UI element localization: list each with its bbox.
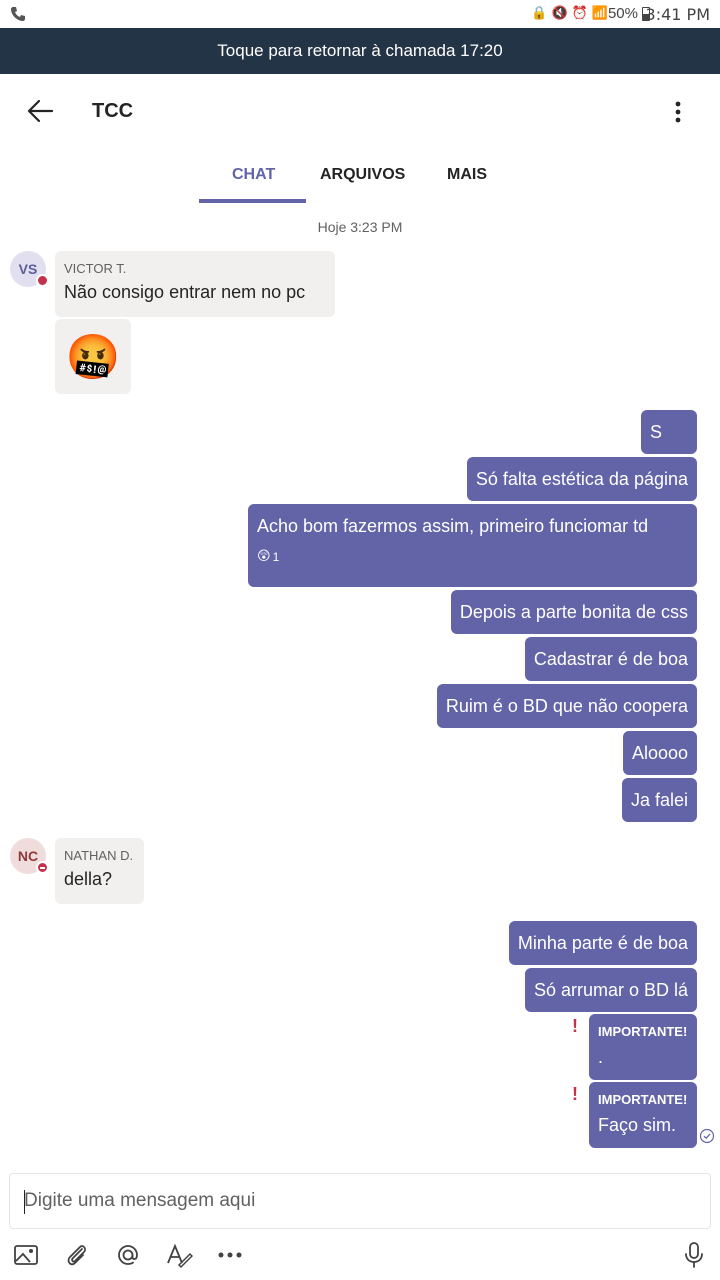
status-icons: 🔒 🔇 ⏰ 📶 — [531, 6, 608, 21]
compose-toolbar — [0, 1240, 720, 1270]
back-arrow-icon[interactable] — [22, 96, 62, 126]
phone-icon — [11, 7, 25, 21]
message-text: Cadastrar é de boa — [533, 648, 688, 669]
message-text: Depois a parte bonita de css — [459, 601, 688, 622]
tab-arquivos[interactable]: ARQUIVOS — [320, 166, 405, 184]
important-icon: ! — [572, 1084, 578, 1104]
sender-name: NATHAN D. — [64, 848, 134, 863]
outgoing-message[interactable]: Ja falei — [621, 778, 697, 822]
presence-dnd-icon — [36, 861, 49, 874]
date-separator: Hoje 3:23 PM — [317, 219, 403, 235]
more-options-icon[interactable] — [666, 100, 690, 124]
incoming-message[interactable]: VICTOR T. Não consigo entrar nem no pc — [55, 251, 335, 317]
important-icon: ! — [572, 1016, 578, 1036]
message-text: della? — [64, 869, 113, 889]
seen-check-icon — [699, 1128, 715, 1144]
sender-name: VICTOR T. — [64, 261, 127, 276]
mute-icon: 🔇 — [551, 6, 568, 21]
cursing-face-emoji: 🤬 — [65, 331, 121, 383]
tab-chat[interactable]: CHAT — [232, 166, 275, 184]
message-text: Só arrumar o BD lá — [533, 979, 688, 1000]
image-icon[interactable] — [12, 1241, 40, 1269]
presence-busy-icon — [36, 274, 49, 287]
format-text-icon[interactable] — [165, 1241, 193, 1269]
reaction-count: 1 — [272, 549, 280, 564]
outgoing-message[interactable]: Só arrumar o BD lá — [524, 968, 697, 1012]
outgoing-message[interactable]: Só falta estética da página — [466, 457, 697, 501]
outgoing-important-message[interactable]: IMPORTANTE! Faço sim. — [589, 1082, 697, 1148]
message-text: Aloooo — [631, 742, 688, 763]
surprised-emoji-icon: 😲 — [257, 549, 271, 564]
outgoing-message[interactable]: Minha parte é de boa — [508, 921, 697, 965]
important-label: IMPORTANTE! — [598, 1092, 688, 1107]
avatar[interactable]: VS — [10, 251, 49, 287]
avatar[interactable]: NC — [10, 838, 49, 874]
compose-box[interactable] — [9, 1173, 711, 1229]
microphone-icon[interactable] — [680, 1241, 708, 1269]
active-tab-indicator — [199, 199, 306, 203]
status-bar: 🔒 🔇 ⏰ 📶 50% 3:41 PM — [0, 0, 720, 28]
outgoing-message[interactable]: Depois a parte bonita de css — [450, 590, 697, 634]
message-text: Ruim é o BD que não coopera — [445, 695, 688, 716]
important-label: IMPORTANTE! — [598, 1024, 688, 1039]
incoming-emoji-message[interactable]: 🤬 — [55, 319, 131, 394]
battery-percent: 50% — [607, 5, 638, 22]
more-actions-icon[interactable] — [216, 1241, 244, 1269]
message-text: Acho bom fazermos assim, primeiro funcio… — [257, 516, 649, 536]
outgoing-important-message[interactable]: IMPORTANTE! . — [589, 1014, 697, 1080]
mention-icon[interactable] — [114, 1241, 142, 1269]
chat-title: TCC — [92, 100, 134, 122]
message-text: Não consigo entrar nem no pc — [64, 282, 306, 302]
chat-header: TCC — [0, 74, 720, 148]
message-text: . — [598, 1047, 604, 1067]
message-text: Faço sim. — [598, 1115, 677, 1135]
attach-icon[interactable] — [63, 1241, 91, 1269]
avatar-initials: VS — [18, 261, 38, 277]
clock: 3:41 PM — [645, 5, 710, 24]
incoming-message[interactable]: NATHAN D. della? — [55, 838, 144, 904]
outgoing-message[interactable]: Aloooo — [622, 731, 697, 775]
reaction[interactable]: 😲 1 — [257, 549, 688, 564]
outgoing-message[interactable]: Acho bom fazermos assim, primeiro funcio… — [248, 504, 697, 587]
tab-mais[interactable]: MAIS — [447, 166, 487, 184]
lock-icon: 🔒 — [531, 6, 548, 21]
return-to-call-banner[interactable]: Toque para retornar à chamada 17:20 — [0, 28, 720, 74]
call-banner-text: Toque para retornar à chamada 17:20 — [217, 41, 503, 60]
wifi-icon: 📶 — [591, 6, 608, 21]
message-text: Minha parte é de boa — [517, 932, 688, 953]
avatar-initials: NC — [17, 848, 39, 864]
outgoing-message[interactable]: S — [641, 410, 697, 454]
alarm-icon: ⏰ — [571, 6, 588, 21]
message-text: S — [650, 421, 663, 442]
outgoing-message[interactable]: Cadastrar é de boa — [524, 637, 697, 681]
message-text: Só falta estética da página — [475, 468, 688, 489]
outgoing-message[interactable]: Ruim é o BD que não coopera — [436, 684, 697, 728]
tab-bar: CHAT ARQUIVOS MAIS — [0, 148, 720, 204]
message-text: Ja falei — [630, 789, 688, 810]
message-input[interactable] — [24, 1174, 694, 1228]
